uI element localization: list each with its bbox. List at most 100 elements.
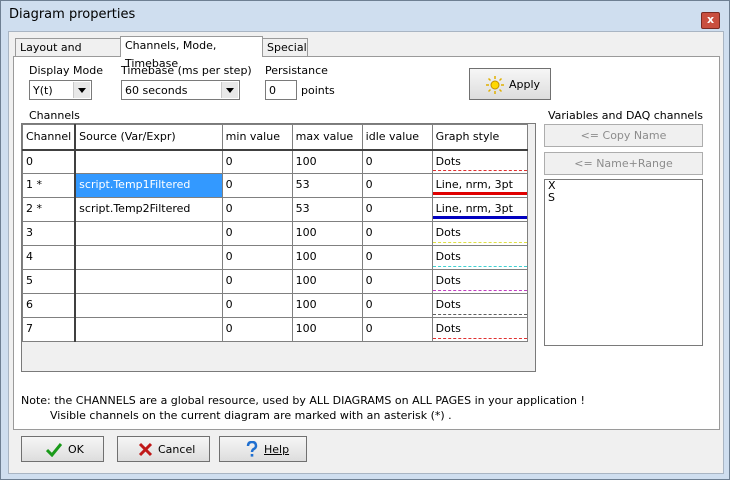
channel-cell[interactable]: 3 xyxy=(22,221,77,246)
table-row[interactable]: 7 0 100 0 Dots xyxy=(22,317,528,342)
graph-style-cell-text: Line, nrm, 3pt xyxy=(435,202,513,215)
source-cell[interactable] xyxy=(74,317,223,342)
source-cell[interactable] xyxy=(74,221,223,246)
idle-value-cell[interactable]: 0 xyxy=(361,173,433,198)
graph-style-cell[interactable]: Dots xyxy=(431,221,528,246)
source-cell[interactable] xyxy=(74,245,223,270)
graph-style-cell[interactable]: Line, nrm, 3pt xyxy=(431,197,528,222)
max-value-cell-text: 53 xyxy=(295,202,310,215)
display-mode-select[interactable]: Y(t) xyxy=(29,80,92,100)
close-button[interactable]: x xyxy=(701,12,720,29)
table-row[interactable]: 5 0 100 0 Dots xyxy=(22,269,528,294)
persistance-unit: points xyxy=(301,84,335,97)
source-cell[interactable] xyxy=(74,149,223,174)
min-value-cell[interactable]: 0 xyxy=(221,173,293,198)
channel-cell[interactable]: 6 xyxy=(22,293,77,318)
channel-cell[interactable]: 4 xyxy=(22,245,77,270)
check-icon xyxy=(46,443,62,457)
min-value-cell[interactable]: 0 xyxy=(221,149,293,174)
idle-value-cell[interactable]: 0 xyxy=(361,149,433,174)
idle-value-cell[interactable]: 0 xyxy=(361,221,433,246)
max-value-cell[interactable]: 100 xyxy=(291,317,363,342)
list-item[interactable]: S xyxy=(545,192,702,204)
source-cell[interactable] xyxy=(74,293,223,318)
min-value-cell[interactable]: 0 xyxy=(221,245,293,270)
min-value-cell-text: 0 xyxy=(225,274,233,287)
table-row[interactable]: 0 0 100 0 Dots xyxy=(22,149,528,174)
source-cell[interactable]: script.Temp1Filtered xyxy=(74,173,223,198)
column-header-max: max value xyxy=(291,124,363,151)
table-row[interactable]: 1 * script.Temp1Filtered 0 53 0 Line, nrm, 3p… xyxy=(22,173,528,198)
source-cell[interactable] xyxy=(74,269,223,294)
channel-cell-text: 3 xyxy=(26,226,33,239)
max-value-cell-text: 100 xyxy=(295,322,317,335)
graph-style-line xyxy=(432,314,527,315)
display-mode-value: Y(t) xyxy=(33,84,53,97)
min-value-cell-text: 0 xyxy=(225,178,233,191)
idle-value-cell[interactable]: 0 xyxy=(361,269,433,294)
min-value-cell-text: 0 xyxy=(225,202,233,215)
max-value-cell[interactable]: 100 xyxy=(291,245,363,270)
help-button[interactable]: Help xyxy=(219,436,307,462)
sun-icon xyxy=(486,76,504,94)
max-value-cell[interactable]: 100 xyxy=(291,269,363,294)
min-value-cell[interactable]: 0 xyxy=(221,293,293,318)
column-header-graph-style: Graph style xyxy=(431,124,528,151)
table-row[interactable]: 3 0 100 0 Dots xyxy=(22,221,528,246)
table-row[interactable]: 6 0 100 0 Dots xyxy=(22,293,528,318)
max-value-cell[interactable]: 100 xyxy=(291,149,363,174)
graph-style-cell[interactable]: Line, nrm, 3pt xyxy=(431,173,528,198)
min-value-cell-text: 0 xyxy=(225,226,233,239)
idle-value-cell[interactable]: 0 xyxy=(361,317,433,342)
apply-button[interactable]: Apply xyxy=(469,68,551,100)
graph-style-cell[interactable]: Dots xyxy=(431,149,528,174)
channel-cell[interactable]: 7 xyxy=(22,317,77,342)
idle-value-cell-text: 0 xyxy=(365,298,373,311)
tab-special[interactable]: Special xyxy=(262,38,308,56)
copy-name-button[interactable]: <= Copy Name xyxy=(544,124,703,147)
idle-value-cell[interactable]: 0 xyxy=(361,245,433,270)
idle-value-cell[interactable]: 0 xyxy=(361,293,433,318)
channel-cell-text: 6 xyxy=(26,298,33,311)
variables-listbox[interactable]: X S xyxy=(544,179,703,346)
max-value-cell[interactable]: 100 xyxy=(291,293,363,318)
chevron-down-icon[interactable] xyxy=(221,82,238,98)
min-value-cell[interactable]: 0 xyxy=(221,269,293,294)
table-row[interactable]: 4 0 100 0 Dots xyxy=(22,245,528,270)
graph-style-line xyxy=(432,338,527,339)
persistance-value: 0 xyxy=(269,84,276,97)
name-range-button[interactable]: <= Name+Range xyxy=(544,152,703,175)
channel-cell[interactable]: 2 * xyxy=(22,197,77,222)
max-value-cell[interactable]: 53 xyxy=(291,173,363,198)
source-cell[interactable]: script.Temp2Filtered xyxy=(74,197,223,222)
max-value-cell[interactable]: 53 xyxy=(291,197,363,222)
min-value-cell-text: 0 xyxy=(225,250,233,263)
note-line-1: Note: the CHANNELS are a global resource… xyxy=(21,394,585,407)
max-value-cell[interactable]: 100 xyxy=(291,221,363,246)
min-value-cell[interactable]: 0 xyxy=(221,317,293,342)
list-item[interactable]: X xyxy=(545,180,702,192)
timebase-select[interactable]: 60 seconds xyxy=(121,80,240,100)
min-value-cell[interactable]: 0 xyxy=(221,221,293,246)
min-value-cell[interactable]: 0 xyxy=(221,197,293,222)
channel-cell[interactable]: 1 * xyxy=(22,173,77,198)
channel-cell-text: 4 xyxy=(26,250,33,263)
tab-layout-and-preview[interactable]: Layout and preview xyxy=(15,38,121,72)
graph-style-cell[interactable]: Dots xyxy=(431,269,528,294)
channel-cell[interactable]: 0 xyxy=(22,149,77,174)
idle-value-cell[interactable]: 0 xyxy=(361,197,433,222)
table-row[interactable]: 2 * script.Temp2Filtered 0 53 0 Line, nrm, 3p… xyxy=(22,197,528,222)
note-line-2: Visible channels on the current diagram … xyxy=(50,409,452,422)
cancel-button[interactable]: Cancel xyxy=(117,436,210,462)
channel-cell-text: 7 xyxy=(26,322,33,335)
ok-button[interactable]: OK xyxy=(21,436,104,462)
chevron-down-icon[interactable] xyxy=(73,82,90,98)
graph-style-cell[interactable]: Dots xyxy=(431,245,528,270)
graph-style-cell[interactable]: Dots xyxy=(431,293,528,318)
graph-style-cell-text: Dots xyxy=(435,250,461,263)
tab-channels-mode-timebase[interactable]: Channels, Mode, Timebase xyxy=(120,36,263,70)
channel-cell[interactable]: 5 xyxy=(22,269,77,294)
persistance-input[interactable]: 0 xyxy=(265,80,297,100)
max-value-cell-text: 53 xyxy=(295,178,310,191)
graph-style-cell[interactable]: Dots xyxy=(431,317,528,342)
